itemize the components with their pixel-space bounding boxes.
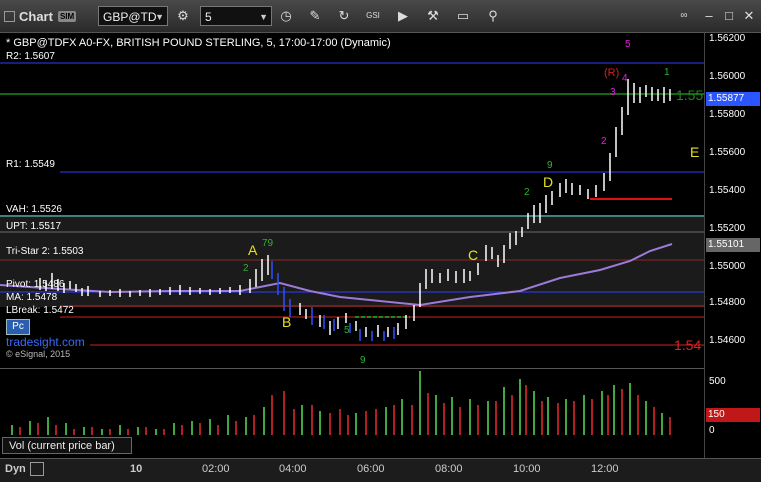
- chart-header: * GBP@TDFX A0-FX, BRITISH POUND STERLING…: [6, 37, 391, 49]
- gear-icon[interactable]: ⚙: [174, 7, 192, 25]
- green-level-label: 1.55: [676, 87, 704, 103]
- svg-text:9: 9: [547, 160, 553, 171]
- level-pivot-label: Pivot: 1.5486: [6, 279, 65, 290]
- volume-label[interactable]: Vol (current price bar): [2, 437, 132, 454]
- svg-text:9: 9: [360, 355, 366, 363]
- time-label: 10:00: [513, 463, 541, 475]
- svg-text:5: 5: [344, 325, 350, 336]
- price-tick: 1.54600: [709, 335, 746, 346]
- lock-icon[interactable]: [30, 462, 44, 476]
- red-level-label: 1.54: [674, 337, 702, 353]
- refresh-icon[interactable]: ↻: [335, 7, 353, 25]
- chevron-down-icon[interactable]: ▼: [259, 7, 268, 27]
- time-label: 10: [130, 463, 143, 475]
- pencil-icon[interactable]: ✎: [306, 7, 324, 25]
- time-label: 02:00: [202, 463, 230, 475]
- gsi-icon[interactable]: GSI: [364, 7, 382, 25]
- volume-current-badge: 150: [706, 408, 760, 422]
- chart-title-label: Chart: [19, 8, 53, 24]
- price-chart-svg: A B C D E (R) 79 2 2 9 1 5 9 5 43 2: [0, 39, 704, 363]
- time-label: 12:00: [591, 463, 619, 475]
- sim-badge: SIM: [57, 10, 77, 22]
- copyright: © eSignal, 2015: [6, 349, 71, 359]
- interval-select[interactable]: 5 ▼: [200, 6, 272, 26]
- ma-price-badge: 1.55101: [706, 238, 760, 252]
- chart-title: Chart SIM: [4, 0, 77, 32]
- price-axis: 1.56200 1.56000 1.55800 1.55600 1.55400 …: [704, 33, 761, 458]
- level-ma-label: MA: 1.5478: [6, 292, 58, 303]
- price-tick: 1.56200: [709, 33, 746, 44]
- price-tick: 1.54800: [709, 297, 746, 308]
- svg-text:1: 1: [664, 67, 670, 78]
- marker-r: (R): [604, 67, 619, 79]
- price-tick: 1.55600: [709, 147, 746, 158]
- maximize-icon[interactable]: □: [720, 7, 738, 25]
- svg-text:2: 2: [243, 263, 249, 274]
- price-tick: 1.55800: [709, 109, 746, 120]
- marker-a: A: [248, 242, 258, 258]
- minimize-icon[interactable]: –: [700, 7, 718, 25]
- svg-text:79: 79: [262, 238, 274, 249]
- link-icon[interactable]: ∞: [675, 7, 693, 25]
- level-r2-label: R2: 1.5607: [6, 51, 55, 62]
- level-r1-label: R1: 1.5549: [6, 159, 55, 170]
- svg-text:5: 5: [625, 39, 631, 50]
- close-icon[interactable]: ✕: [740, 7, 758, 25]
- marker-e: E: [690, 144, 699, 160]
- volume-pane[interactable]: Vol (current price bar): [0, 368, 704, 459]
- marker-c: C: [468, 247, 478, 263]
- comment-icon[interactable]: ▭: [454, 7, 472, 25]
- symbol-value: GBP@TD: [103, 10, 157, 24]
- marker-b: B: [282, 314, 291, 330]
- price-chart[interactable]: A B C D E (R) 79 2 2 9 1 5 9 5 43 2 * GBP@TDFX…: [0, 33, 704, 363]
- level-upt-label: UPT: 1.5517: [6, 221, 62, 232]
- volume-tick: 0: [709, 425, 715, 436]
- time-label: 06:00: [357, 463, 385, 475]
- wrench-icon[interactable]: ⚒: [424, 7, 442, 25]
- play-icon[interactable]: ▶: [394, 7, 412, 25]
- pin-icon[interactable]: ⚲: [484, 7, 502, 25]
- interval-value: 5: [205, 10, 212, 24]
- svg-text:4: 4: [622, 73, 628, 84]
- symbol-input[interactable]: GBP@TD ▼: [98, 6, 168, 26]
- pc-button[interactable]: Pc: [6, 319, 30, 335]
- level-lbreak-label: LBreak: 1.5472: [6, 305, 74, 316]
- price-tick: 1.55200: [709, 223, 746, 234]
- level-tristar-label: Tri-Star 2: 1.5503: [6, 246, 84, 257]
- time-label: 04:00: [279, 463, 307, 475]
- watermark: tradesight.com: [6, 335, 85, 349]
- clock-icon[interactable]: ◷: [277, 7, 295, 25]
- marker-d: D: [543, 174, 553, 190]
- svg-text:2: 2: [601, 136, 607, 147]
- chevron-down-icon[interactable]: ▼: [155, 7, 164, 27]
- time-axis: Dyn 10 02:00 04:00 06:00 08:00 10:00 12:…: [0, 458, 761, 482]
- level-vah-label: VAH: 1.5526: [6, 204, 62, 215]
- price-tick: 1.56000: [709, 71, 746, 82]
- current-price-badge: 1.55877: [706, 92, 760, 106]
- window-icon: [4, 10, 15, 22]
- price-tick: 1.55400: [709, 185, 746, 196]
- volume-tick: 500: [709, 376, 726, 387]
- svg-text:3: 3: [610, 87, 616, 98]
- chart-toolbar: Chart SIM GBP@TD ▼ ⚙ 5 ▼ ◷ ✎ ↻ GSI ▶ ⚒ ▭…: [0, 0, 761, 33]
- time-label: 08:00: [435, 463, 463, 475]
- svg-text:2: 2: [524, 187, 530, 198]
- dyn-label: Dyn: [5, 463, 26, 475]
- price-tick: 1.55000: [709, 261, 746, 272]
